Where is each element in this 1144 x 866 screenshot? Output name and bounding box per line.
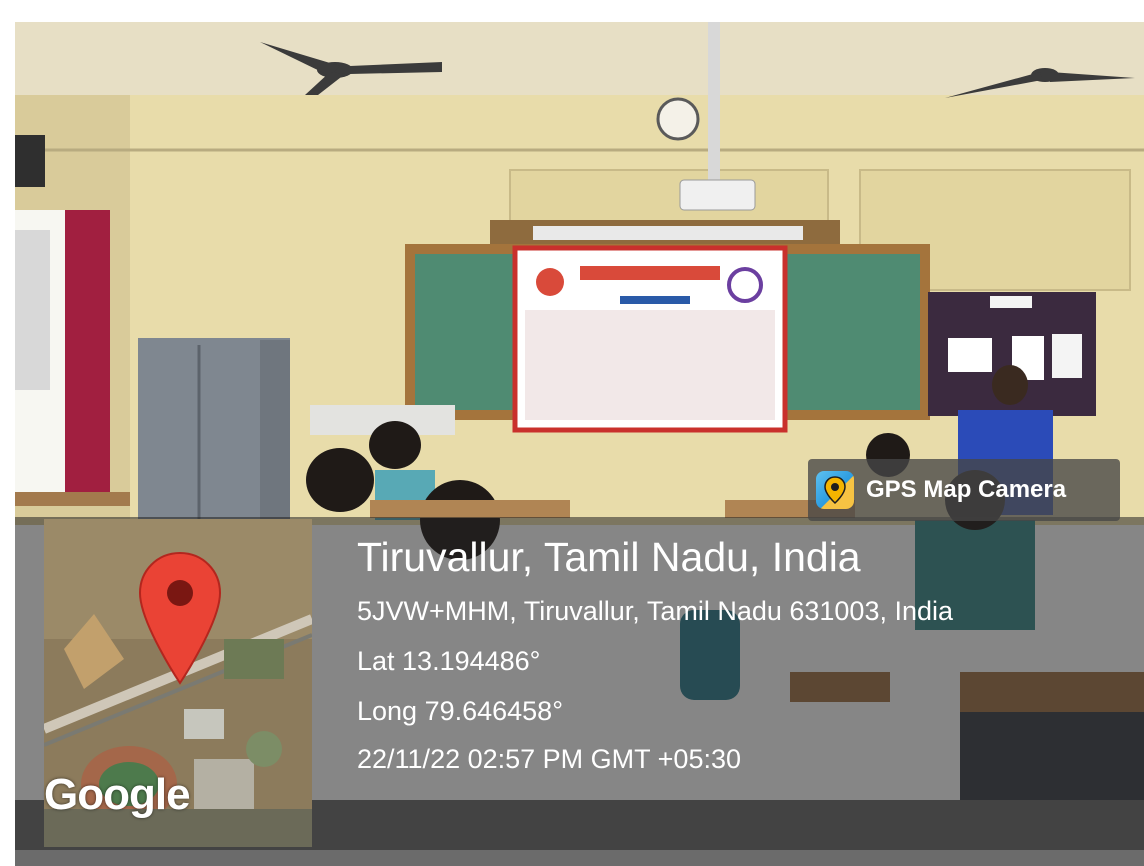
datetime-line: 22/11/22 02:57 PM GMT +05:30 — [357, 744, 741, 774]
google-attribution: Google — [44, 770, 191, 819]
longitude-line: Long 79.646458° — [357, 696, 563, 726]
gps-map-camera-icon — [816, 471, 854, 509]
location-title: Tiruvallur, Tamil Nadu, India — [357, 534, 861, 580]
badge-label: GPS Map Camera — [866, 476, 1067, 503]
map-pin-icon — [138, 551, 222, 685]
address-line: 5JVW+MHM, Tiruvallur, Tamil Nadu 631003,… — [357, 596, 954, 626]
latitude-line: Lat 13.194486° — [357, 646, 541, 676]
gps-map-camera-badge: GPS Map Camera — [808, 459, 1120, 521]
